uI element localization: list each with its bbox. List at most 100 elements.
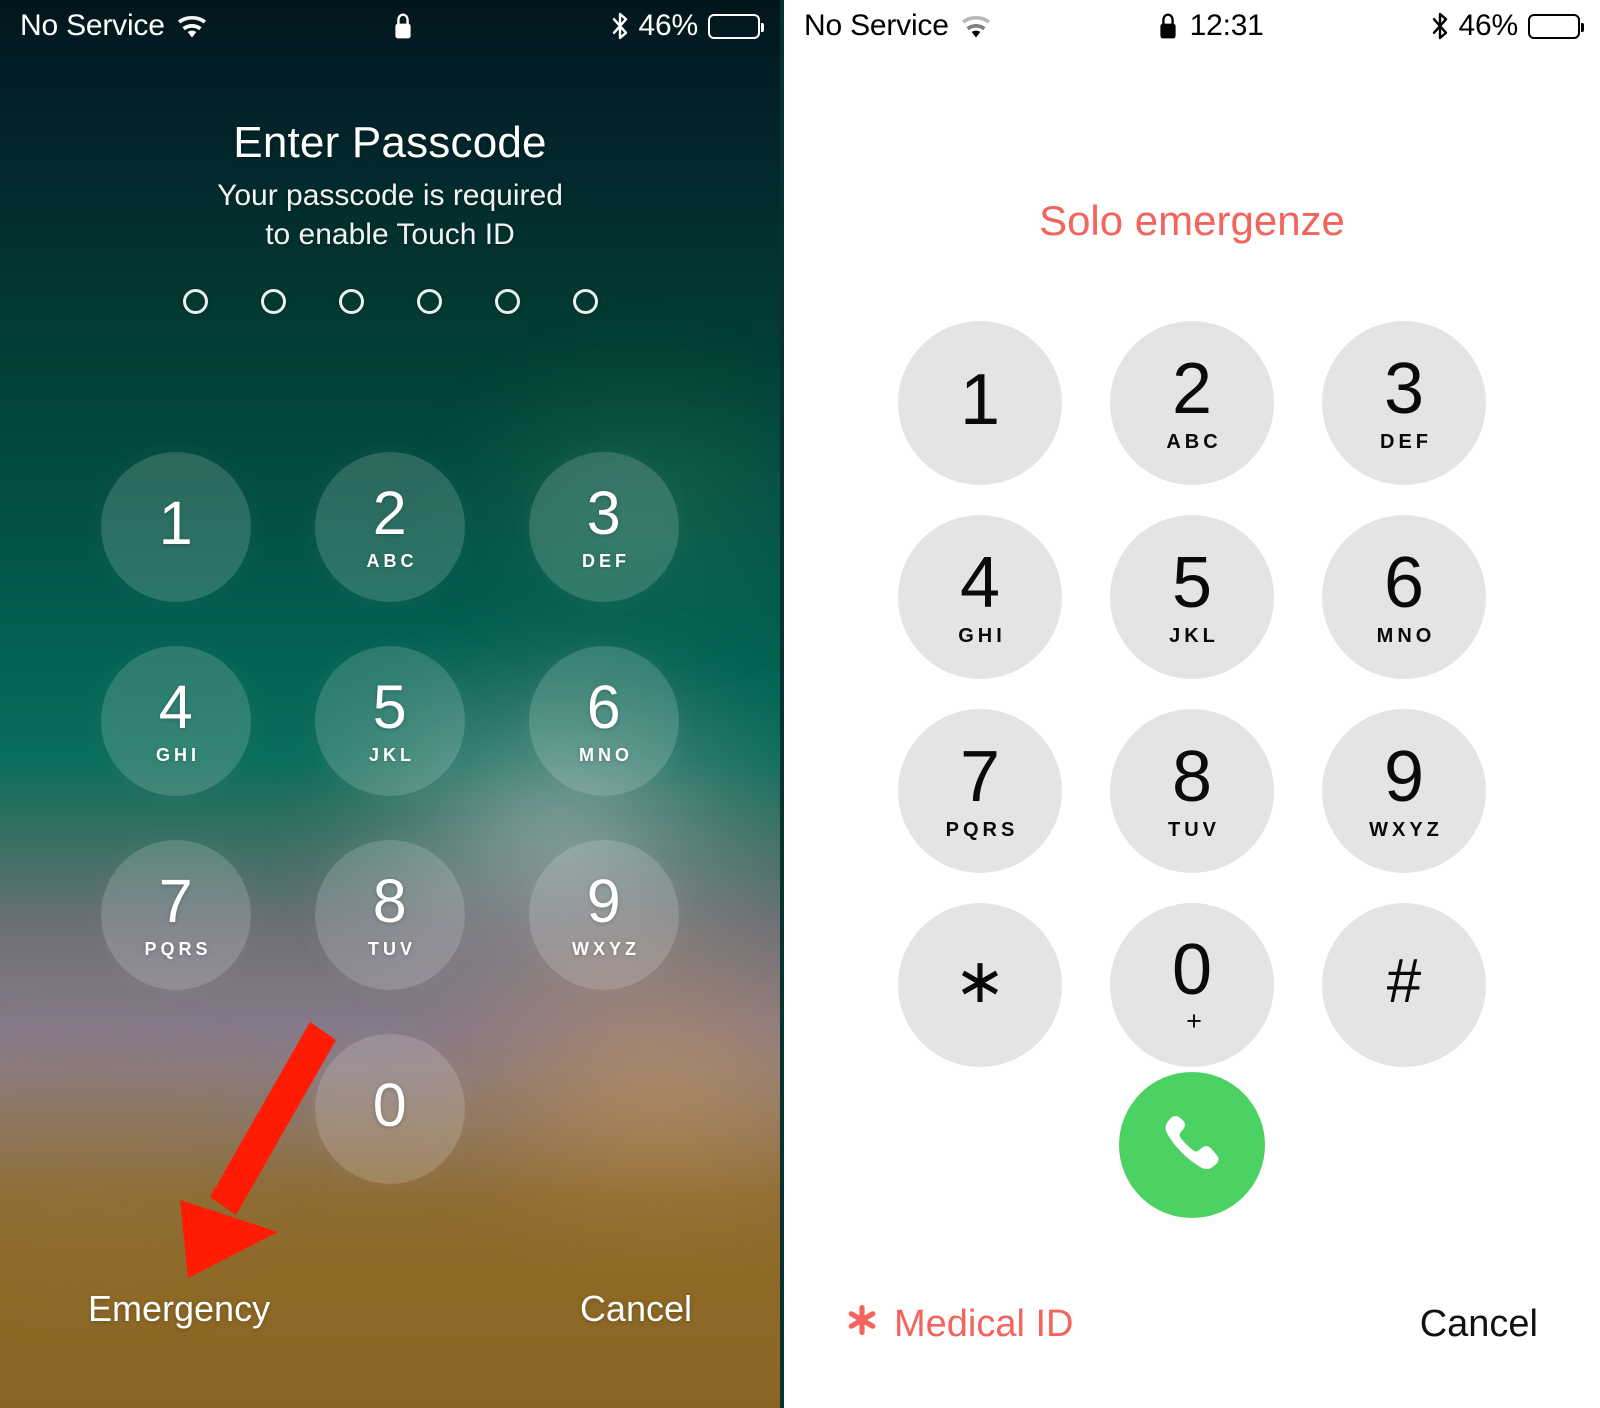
call-button[interactable]: [1119, 1072, 1265, 1218]
passcode-dot: [416, 289, 442, 314]
dialer-key-1[interactable]: 1: [898, 321, 1062, 485]
dialer-key-asterisk[interactable]: ∗: [898, 903, 1062, 1067]
passcode-dot: [494, 289, 520, 314]
keypad-key-letters: ABC: [366, 550, 418, 571]
battery-percent-label-left: 46%: [638, 9, 699, 42]
passcode-dot: [338, 289, 364, 314]
status-bar-right: No Service 12:31 46%: [784, 0, 1600, 52]
dialer-key-plus: +: [1186, 1005, 1202, 1036]
keypad-key-letters: JKL: [368, 744, 415, 765]
keypad-key-digit: 0: [372, 1071, 408, 1139]
lock-icon: [1158, 13, 1178, 39]
passcode-subtitle-line1: Your passcode is required: [217, 179, 563, 212]
dialer-key-letters: PQRS: [945, 818, 1019, 841]
dialer-key-digit: 7: [959, 736, 1001, 817]
emergency-title: Solo emergenze: [1039, 197, 1345, 244]
keypad-key-8[interactable]: 8 TUV: [315, 840, 465, 990]
keypad-cell: 8 TUV: [1086, 696, 1298, 886]
lock-screen-bottom-bar: Emergency Cancel: [0, 1288, 780, 1330]
passcode-dot: [572, 289, 598, 314]
dialer-key-digit: ∗: [954, 947, 1006, 1016]
wifi-icon: [177, 14, 207, 38]
medical-asterisk-icon: [846, 1303, 878, 1346]
dialer-key-digit: #: [1386, 947, 1422, 1016]
status-bar-carrier-group-right: No Service: [804, 9, 991, 43]
keypad-cell: 4 GHI: [69, 626, 283, 816]
keypad-key-4[interactable]: 4 GHI: [101, 646, 251, 796]
lock-screen-passcode-panel: No Service 46% Enter Passcode Your passc…: [0, 0, 780, 1408]
dialer-key-letters: JKL: [1169, 624, 1219, 647]
keypad-cell: 2 ABC: [1086, 308, 1298, 498]
dialer-key-5[interactable]: 5 JKL: [1110, 515, 1274, 679]
status-bar-carrier-group: No Service: [20, 9, 207, 43]
dialer-key-letters: MNO: [1376, 624, 1436, 647]
passcode-dots: [0, 289, 780, 314]
keypad-key-0[interactable]: 0: [315, 1034, 465, 1184]
keypad-cell-empty: [497, 1014, 711, 1204]
cancel-button[interactable]: Cancel: [580, 1288, 692, 1330]
keypad-key-1[interactable]: 1: [101, 452, 251, 602]
medical-id-label: Medical ID: [894, 1303, 1074, 1345]
keypad-cell: #: [1298, 890, 1510, 1080]
cancel-button[interactable]: Cancel: [1420, 1303, 1538, 1346]
emergency-button[interactable]: Emergency: [88, 1288, 270, 1330]
keypad-key-letters: DEF: [582, 550, 630, 571]
dialer-key-8[interactable]: 8 TUV: [1110, 709, 1274, 873]
dialer-key-0[interactable]: 0 +: [1110, 903, 1274, 1067]
dialer-key-digit: 1: [959, 360, 1001, 440]
keypad-key-digit: 5: [372, 672, 408, 741]
keypad-key-digit: 9: [586, 866, 622, 935]
dialer-key-letters: DEF: [1380, 430, 1432, 453]
dialer-key-digit: 5: [1171, 542, 1213, 623]
keypad-cell: 5 JKL: [283, 626, 497, 816]
keypad-cell: 6 MNO: [497, 626, 711, 816]
dialer-key-digit: 8: [1171, 736, 1213, 817]
status-bar-left: No Service 46%: [0, 0, 780, 52]
keypad-key-digit: 3: [586, 478, 622, 547]
dialer-key-digit: 0: [1171, 929, 1213, 1010]
dialer-key-digit: 2: [1171, 348, 1213, 429]
dialer-key-digit: 3: [1383, 348, 1425, 429]
carrier-label: No Service: [20, 9, 165, 42]
keypad-key-3[interactable]: 3 DEF: [529, 452, 679, 602]
keypad-cell: ∗: [874, 890, 1086, 1080]
keypad-key-6[interactable]: 6 MNO: [529, 646, 679, 796]
keypad-key-digit: 7: [158, 866, 194, 935]
dialer-key-digit: 4: [959, 542, 1001, 623]
keypad-cell: 0 +: [1086, 890, 1298, 1080]
medical-id-button[interactable]: Medical ID: [846, 1303, 1074, 1346]
keypad-key-9[interactable]: 9 WXYZ: [529, 840, 679, 990]
lock-icon: [393, 13, 413, 39]
keypad-key-digit: 6: [586, 672, 622, 741]
dialer-key-letters: WXYZ: [1369, 818, 1443, 841]
status-bar-center-group-right: 12:31: [991, 9, 1431, 43]
keypad-cell: 9 WXYZ: [1298, 696, 1510, 886]
dialer-key-2[interactable]: 2 ABC: [1110, 321, 1274, 485]
keypad-key-digit: 4: [158, 672, 194, 741]
battery-icon: [708, 13, 764, 39]
dialer-key-digit: 9: [1383, 736, 1425, 817]
dialer-key-9[interactable]: 9 WXYZ: [1322, 709, 1486, 873]
dialer-key-6[interactable]: 6 MNO: [1322, 515, 1486, 679]
keypad-cell-empty: [69, 1014, 283, 1204]
bluetooth-icon: [1431, 12, 1449, 40]
passcode-dot: [260, 289, 286, 314]
status-bar-center-group-left: [207, 13, 611, 39]
dialer-key-4[interactable]: 4 GHI: [898, 515, 1062, 679]
keypad-cell: 6 MNO: [1298, 502, 1510, 692]
keypad-key-7[interactable]: 7 PQRS: [101, 840, 251, 990]
dialer-key-7[interactable]: 7 PQRS: [898, 709, 1062, 873]
status-bar-right-group-left: 46%: [611, 9, 764, 43]
dialer-key-3[interactable]: 3 DEF: [1322, 321, 1486, 485]
dialer-key-hash[interactable]: #: [1322, 903, 1486, 1067]
keypad-key-letters: WXYZ: [572, 938, 640, 959]
keypad-key-5[interactable]: 5 JKL: [315, 646, 465, 796]
keypad-cell: 9 WXYZ: [497, 820, 711, 1010]
keypad-cell: 1: [69, 432, 283, 622]
keypad-cell: 3 DEF: [1298, 308, 1510, 498]
page-title: Enter Passcode: [233, 118, 547, 167]
dialer-key-digit: 6: [1383, 542, 1425, 623]
keypad-key-2[interactable]: 2 ABC: [315, 452, 465, 602]
emergency-bottom-bar: Medical ID Cancel: [784, 1303, 1600, 1346]
keypad-key-digit: 8: [372, 866, 408, 935]
